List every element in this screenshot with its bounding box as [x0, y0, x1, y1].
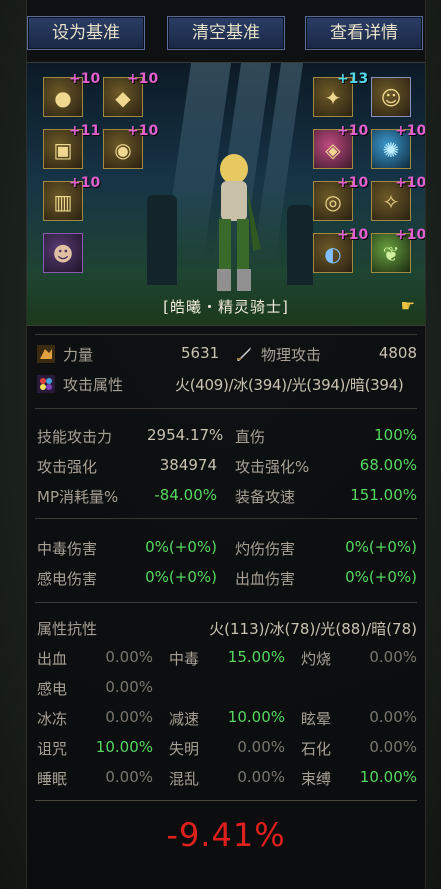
enhance-level: +10: [127, 123, 159, 139]
character-scene: ● +10 ◆ +10 ▣ +11 ◉ +10 ▥ +10 ☻ ✦ +13 ☺ …: [27, 62, 425, 326]
resistance-label: 束缚: [301, 770, 332, 788]
portrait-icon: ☻: [52, 242, 74, 266]
strength-label: 力量: [63, 346, 94, 364]
resistance-label: 灼烧: [301, 650, 332, 668]
divider: [35, 334, 417, 335]
resistance-label: 感电: [37, 680, 68, 698]
total-change-value: -9.41%: [166, 816, 286, 854]
resistance-value: 0.00%: [105, 648, 153, 666]
skill-attack-value: 2954.17%: [147, 426, 224, 444]
shock-damage-value: 0%(+0%): [145, 568, 217, 586]
mp-cost-label: MP消耗量%: [37, 488, 119, 506]
pointing-hand-icon[interactable]: ☛: [401, 296, 415, 315]
divider: [35, 800, 417, 801]
poison-damage-value: 0%(+0%): [145, 538, 217, 556]
resistance-value: 0.00%: [105, 708, 153, 726]
resistance-label: 眩晕: [301, 710, 332, 728]
resistance-value: 0.00%: [237, 768, 285, 786]
resistance-label: 减速: [169, 710, 200, 728]
resistance-label: 失明: [169, 740, 200, 758]
resistance-label: 冰冻: [37, 710, 68, 728]
tree-decoration: [147, 195, 177, 285]
equipment-slot-avatar[interactable]: ☻: [43, 233, 83, 273]
enhance-level: +10: [337, 227, 369, 243]
resistance-value: 10.00%: [227, 708, 285, 726]
clear-baseline-button[interactable]: 清空基准: [167, 16, 285, 50]
sword-icon: [237, 347, 251, 361]
enhance-level: +10: [395, 175, 425, 191]
attack-boost-pct-value: 68.00%: [359, 456, 417, 474]
resistance-value: 0.00%: [105, 768, 153, 786]
resistance-title: 属性抗性: [37, 620, 98, 638]
resistance-elements-value: 火(113)/冰(78)/光(88)/暗(78): [209, 620, 417, 638]
divider: [35, 408, 417, 409]
attack-boost-value: 384974: [159, 456, 217, 474]
poison-damage-label: 中毒伤害: [37, 540, 98, 558]
resistance-value: 0.00%: [369, 648, 417, 666]
resistance-label: 混乱: [169, 770, 200, 788]
attack-boost-pct-label: 攻击强化%: [235, 458, 310, 476]
resistance-value: 0.00%: [105, 678, 153, 696]
character-name: [皓曦・精灵骑士]: [163, 298, 289, 316]
resistance-value: 10.00%: [95, 738, 153, 756]
equipment-slot-pet[interactable]: ☺: [371, 77, 411, 117]
resistance-label: 中毒: [169, 650, 200, 668]
element-icon: [37, 375, 55, 393]
enhance-level: +10: [127, 71, 159, 87]
enhance-level: +10: [337, 175, 369, 191]
burn-damage-label: 灼伤伤害: [235, 540, 296, 558]
physical-attack-label: 物理攻击: [261, 346, 322, 364]
enhance-level: +10: [69, 175, 101, 191]
attack-speed-value: 151.00%: [350, 486, 417, 504]
burn-damage-value: 0%(+0%): [345, 538, 417, 556]
resistance-value: 10.00%: [359, 768, 417, 786]
character-stats-panel: 设为基准 清空基准 查看详情 ● +10 ◆ +10 ▣ +11 ◉ +10 ▥…: [26, 0, 426, 889]
divider: [35, 518, 417, 519]
resistance-value: 0.00%: [369, 708, 417, 726]
physical-attack-value: 4808: [378, 344, 417, 362]
direct-damage-value: 100%: [374, 426, 417, 444]
resistance-label: 诅咒: [37, 740, 68, 758]
enhance-level: +10: [337, 123, 369, 139]
bleed-damage-value: 0%(+0%): [345, 568, 417, 586]
view-details-button[interactable]: 查看详情: [305, 16, 423, 50]
resistance-value: 0.00%: [369, 738, 417, 756]
mp-cost-value: -84.00%: [154, 486, 217, 504]
resistance-label: 石化: [301, 740, 332, 758]
character-sprite: [217, 154, 261, 291]
enhance-level: +10: [395, 123, 425, 139]
enhance-level: +10: [69, 71, 101, 87]
pet-icon: ☺: [380, 86, 402, 110]
enhance-level: +13: [337, 71, 369, 87]
skill-attack-label: 技能攻击力: [37, 428, 113, 446]
resistance-value: 0.00%: [237, 738, 285, 756]
tree-decoration: [287, 205, 313, 285]
strength-value: 5631: [181, 344, 220, 362]
set-baseline-button[interactable]: 设为基准: [27, 16, 145, 50]
attack-boost-label: 攻击强化: [37, 458, 98, 476]
element-label: 攻击属性: [63, 376, 124, 394]
strength-icon: [37, 345, 55, 363]
resistance-label: 出血: [37, 650, 68, 668]
divider: [35, 602, 417, 603]
shock-damage-label: 感电伤害: [37, 570, 98, 588]
enhance-level: +10: [395, 227, 425, 243]
resistance-label: 睡眠: [37, 770, 68, 788]
resistance-value: 15.00%: [227, 648, 285, 666]
attack-speed-label: 装备攻速: [235, 488, 296, 506]
enhance-level: +11: [69, 123, 101, 139]
element-value: 火(409)/冰(394)/光(394)/暗(394): [175, 376, 404, 394]
bleed-damage-label: 出血伤害: [235, 570, 296, 588]
direct-damage-label: 直伤: [235, 428, 266, 446]
